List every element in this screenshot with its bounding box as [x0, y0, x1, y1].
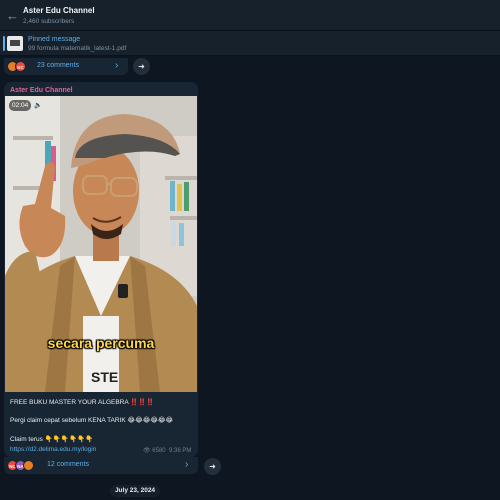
channel-post: Aster Edu Channel STE 02:04 🔈 secara per…	[4, 82, 198, 457]
video-player[interactable]: STE 02:04 🔈 secara percuma	[5, 96, 197, 392]
channel-title[interactable]: Aster Edu Channel	[23, 6, 95, 15]
svg-text:STE: STE	[91, 369, 118, 385]
pinned-text: 99 formula matematik_latest-1.pdf	[28, 45, 127, 52]
comments-bar[interactable]: NC NA 12 comments ›	[4, 457, 198, 474]
eye-icon: 👁	[143, 448, 151, 454]
commenter-avatars: NC NA	[7, 460, 35, 471]
post-time: 9:36 PM	[169, 448, 192, 454]
speaker-icon[interactable]: 🔈	[34, 101, 42, 111]
post-text-line: FREE BUKU MASTER YOUR ALGEBRA ‼️‼️‼️	[10, 399, 155, 406]
pinned-message-bar[interactable]: Pinned message 99 formula matematik_late…	[0, 31, 500, 56]
chevron-right-icon: ›	[185, 459, 189, 470]
post-text-line: Pergi claim cepat sebelum KENA TARIK 😂😂😂…	[10, 417, 174, 424]
commenter-avatars: KC	[7, 61, 35, 72]
post-link[interactable]: https://d2.delima.edu.my/login	[10, 446, 96, 453]
post-text-line: Claim terus 👇👇👇👇👇👇	[10, 436, 94, 443]
pinned-indicator	[3, 36, 5, 51]
share-icon[interactable]: ➜	[133, 58, 150, 75]
avatar	[23, 460, 34, 471]
date-separator: July 23, 2024	[110, 485, 160, 497]
back-arrow-icon[interactable]: ←	[6, 9, 19, 22]
pinned-label: Pinned message	[28, 36, 81, 43]
post-meta: 👁 6580 9:36 PM	[143, 447, 191, 454]
channel-header: ← Aster Edu Channel 2,460 subscribers	[0, 0, 500, 31]
view-count: 6580	[152, 448, 166, 454]
comments-count[interactable]: 12 comments	[47, 461, 89, 468]
chevron-right-icon: ›	[115, 60, 119, 71]
avatar: KC	[15, 61, 26, 72]
video-duration: 02:04	[9, 100, 32, 111]
comments-count[interactable]: 23 comments	[37, 62, 79, 69]
pdf-thumbnail-icon	[7, 36, 23, 51]
subscriber-count: 2,460 subscribers	[23, 18, 75, 25]
video-caption: secara percuma	[47, 335, 155, 351]
share-icon[interactable]: ➜	[204, 458, 221, 475]
comments-bar[interactable]: KC 23 comments ›	[4, 58, 128, 75]
post-sender[interactable]: Aster Edu Channel	[10, 87, 73, 94]
